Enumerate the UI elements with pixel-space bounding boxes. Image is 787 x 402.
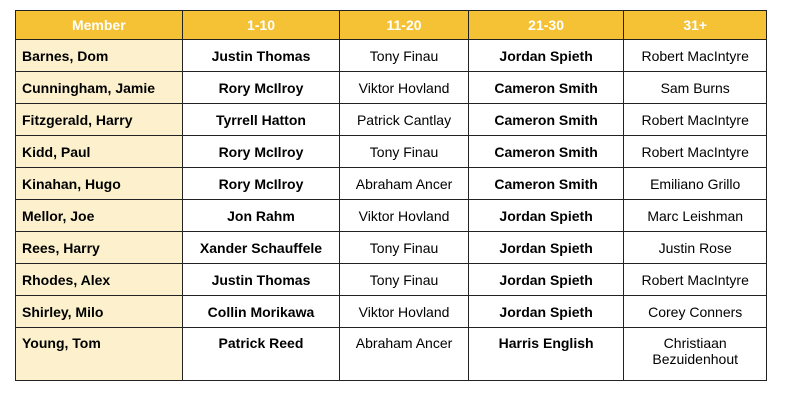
member-cell: Mellor, Joe xyxy=(15,199,183,232)
table-header: Member 1-10 11-20 21-30 31+ xyxy=(15,10,767,40)
pick-21-30-cell: Cameron Smith xyxy=(467,103,625,136)
pick-21-30-cell: Jordan Spieth xyxy=(467,199,625,232)
member-cell: Rhodes, Alex xyxy=(15,263,183,296)
pick-11-20-cell: Tony Finau xyxy=(339,39,469,72)
member-cell: Fitzgerald, Harry xyxy=(15,103,183,136)
table-row: Fitzgerald, Harry Tyrrell Hatton Patrick… xyxy=(15,103,767,136)
member-cell: Young, Tom xyxy=(15,327,183,381)
pick-1-10-cell: Rory McIlroy xyxy=(181,71,341,104)
pick-1-10-cell: Collin Morikawa xyxy=(181,295,341,328)
pick-11-20-cell: Tony Finau xyxy=(339,231,469,264)
pick-31-plus-cell: Sam Burns xyxy=(623,71,767,104)
pick-31-plus-cell: Christiaan Bezuidenhout xyxy=(623,327,767,381)
pick-21-30-cell: Jordan Spieth xyxy=(467,39,625,72)
pick-11-20-cell: Abraham Ancer xyxy=(339,327,469,381)
pick-31-plus-cell: Robert MacIntyre xyxy=(623,263,767,296)
member-cell: Cunningham, Jamie xyxy=(15,71,183,104)
header-31-plus: 31+ xyxy=(623,10,767,40)
table-row: Mellor, Joe Jon Rahm Viktor Hovland Jord… xyxy=(15,199,767,232)
pick-31-plus-cell: Corey Conners xyxy=(623,295,767,328)
pick-21-30-cell: Cameron Smith xyxy=(467,167,625,200)
member-cell: Shirley, Milo xyxy=(15,295,183,328)
pick-11-20-cell: Viktor Hovland xyxy=(339,71,469,104)
table-row: Cunningham, Jamie Rory McIlroy Viktor Ho… xyxy=(15,71,767,104)
table-row: Rhodes, Alex Justin Thomas Tony Finau Jo… xyxy=(15,263,767,296)
pick-11-20-cell: Viktor Hovland xyxy=(339,199,469,232)
table-row: Kinahan, Hugo Rory McIlroy Abraham Ancer… xyxy=(15,167,767,200)
member-cell: Kidd, Paul xyxy=(15,135,183,168)
table-body: Barnes, Dom Justin Thomas Tony Finau Jor… xyxy=(15,39,767,381)
header-row: Member 1-10 11-20 21-30 31+ xyxy=(15,10,767,40)
table-row: Kidd, Paul Rory McIlroy Tony Finau Camer… xyxy=(15,135,767,168)
pick-11-20-cell: Abraham Ancer xyxy=(339,167,469,200)
pick-1-10-cell: Jon Rahm xyxy=(181,199,341,232)
pick-21-30-cell: Harris English xyxy=(467,327,625,381)
table-row: Barnes, Dom Justin Thomas Tony Finau Jor… xyxy=(15,39,767,72)
pick-1-10-cell: Rory McIlroy xyxy=(181,167,341,200)
pick-11-20-cell: Tony Finau xyxy=(339,135,469,168)
pick-31-plus-cell: Robert MacIntyre xyxy=(623,39,767,72)
pick-31-plus-cell: Emiliano Grillo xyxy=(623,167,767,200)
header-member: Member xyxy=(15,10,183,40)
pick-21-30-cell: Jordan Spieth xyxy=(467,263,625,296)
pick-31-plus-cell: Robert MacIntyre xyxy=(623,103,767,136)
pick-21-30-cell: Cameron Smith xyxy=(467,71,625,104)
pick-31-plus-cell: Marc Leishman xyxy=(623,199,767,232)
header-11-20: 11-20 xyxy=(339,10,469,40)
pick-21-30-cell: Cameron Smith xyxy=(467,135,625,168)
pick-1-10-cell: Xander Schauffele xyxy=(181,231,341,264)
pick-11-20-cell: Patrick Cantlay xyxy=(339,103,469,136)
pick-31-plus-cell: Robert MacIntyre xyxy=(623,135,767,168)
table-row: Young, Tom Patrick Reed Abraham Ancer Ha… xyxy=(15,327,767,381)
pick-1-10-cell: Patrick Reed xyxy=(181,327,341,381)
member-cell: Barnes, Dom xyxy=(15,39,183,72)
header-21-30: 21-30 xyxy=(467,10,625,40)
pick-1-10-cell: Justin Thomas xyxy=(181,263,341,296)
table-row: Shirley, Milo Collin Morikawa Viktor Hov… xyxy=(15,295,767,328)
pick-11-20-cell: Tony Finau xyxy=(339,263,469,296)
member-cell: Kinahan, Hugo xyxy=(15,167,183,200)
pick-21-30-cell: Jordan Spieth xyxy=(467,231,625,264)
pick-11-20-cell: Viktor Hovland xyxy=(339,295,469,328)
picks-table: Member 1-10 11-20 21-30 31+ Barnes, Dom … xyxy=(15,10,767,381)
pick-1-10-cell: Justin Thomas xyxy=(181,39,341,72)
pick-21-30-cell: Jordan Spieth xyxy=(467,295,625,328)
pick-1-10-cell: Rory McIlroy xyxy=(181,135,341,168)
member-cell: Rees, Harry xyxy=(15,231,183,264)
table-row: Rees, Harry Xander Schauffele Tony Finau… xyxy=(15,231,767,264)
header-1-10: 1-10 xyxy=(181,10,341,40)
pick-31-plus-cell: Justin Rose xyxy=(623,231,767,264)
pick-1-10-cell: Tyrrell Hatton xyxy=(181,103,341,136)
